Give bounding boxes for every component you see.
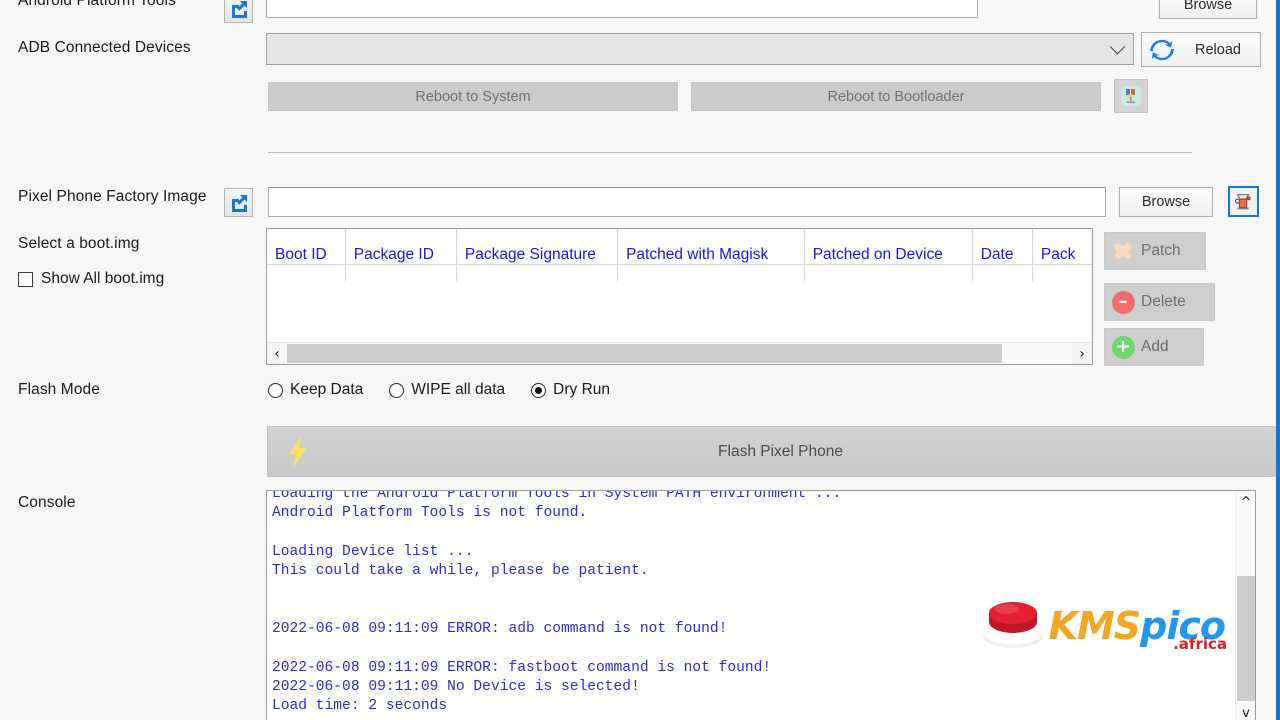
table-column-header[interactable]: Package Signature xyxy=(457,229,619,281)
grinder-icon xyxy=(1234,193,1250,209)
radio-keep-data[interactable]: Keep Data xyxy=(268,381,363,399)
external-link-icon xyxy=(231,194,247,212)
console-text: Loading the Android Platform Tools in Sy… xyxy=(272,490,842,715)
label-android-platform-tools: Android Platform Tools xyxy=(18,0,176,9)
scroll-up-arrow-icon[interactable]: ^ xyxy=(1236,491,1255,513)
patch-label: Patch xyxy=(1141,242,1181,259)
console-output-panel[interactable]: Loading the Android Platform Tools in Sy… xyxy=(266,490,1256,720)
label-adb-connected-devices: ADB Connected Devices xyxy=(18,39,191,56)
browse-factory-image-button[interactable]: Browse xyxy=(1119,187,1213,217)
bandage-icon xyxy=(1105,239,1141,263)
scroll-thumb[interactable] xyxy=(1237,576,1255,701)
show-all-bootimg-label: Show All boot.img xyxy=(41,270,165,287)
delete-button[interactable]: – Delete xyxy=(1104,283,1215,321)
console-vertical-scrollbar[interactable]: ^ v xyxy=(1235,491,1255,720)
label-flash-mode: Flash Mode xyxy=(18,381,100,398)
scroll-track[interactable] xyxy=(287,342,1072,364)
reboot-to-bootloader-button[interactable]: Reboot to Bootloader xyxy=(691,82,1101,111)
table-header-row: Boot ID Package ID Package Signature Pat… xyxy=(267,229,1092,281)
refresh-icon xyxy=(1150,39,1174,60)
chevron-down-icon xyxy=(1109,38,1126,54)
table-column-header[interactable]: Boot ID xyxy=(267,229,346,281)
flash-button-label: Flash Pixel Phone xyxy=(718,442,843,460)
table-column-header[interactable]: Pack xyxy=(1033,229,1092,281)
flash-pixel-phone-button[interactable]: Flash Pixel Phone xyxy=(267,426,1276,477)
scroll-down-arrow-icon[interactable]: v xyxy=(1236,702,1255,720)
label-select-bootimg: Select a boot.img xyxy=(18,235,140,252)
radio-circle xyxy=(268,382,283,398)
scroll-thumb[interactable] xyxy=(287,343,1002,363)
reboot-to-system-button[interactable]: Reboot to System xyxy=(268,82,678,111)
table-column-header[interactable]: Patched on Device xyxy=(805,229,973,281)
section-divider xyxy=(268,152,1192,153)
radio-label: Dry Run xyxy=(553,381,611,398)
flash-tool-window: Android Platform Tools Browse ADB Connec… xyxy=(0,0,1280,720)
minus-circle-icon: – xyxy=(1105,290,1141,314)
label-pixel-factory-image: Pixel Phone Factory Image xyxy=(18,188,207,205)
external-link-icon xyxy=(231,0,247,18)
red-button-icon xyxy=(981,596,1045,655)
patch-button[interactable]: Patch xyxy=(1104,232,1206,270)
bootimg-table[interactable]: Boot ID Package ID Package Signature Pat… xyxy=(266,228,1093,365)
flash-mode-radio-group[interactable]: Keep Data WIPE all data Dry Run xyxy=(268,381,636,399)
browse-platform-tools-button[interactable]: Browse xyxy=(1159,0,1257,19)
checkbox-box xyxy=(18,271,33,287)
table-column-header[interactable]: Date xyxy=(973,229,1033,281)
radio-circle-selected xyxy=(531,382,547,398)
radio-circle xyxy=(389,382,405,398)
table-column-header[interactable]: Patched with Magisk xyxy=(618,229,805,281)
add-button[interactable]: + Add xyxy=(1104,328,1204,366)
delete-label: Delete xyxy=(1141,293,1186,310)
show-all-bootimg-checkbox[interactable]: Show All boot.img xyxy=(18,270,164,288)
label-console: Console xyxy=(18,494,76,511)
scroll-left-arrow-icon[interactable]: ‹ xyxy=(267,343,287,365)
watermark-tld: .africa xyxy=(1173,634,1227,653)
factory-image-path-input[interactable] xyxy=(268,187,1106,217)
scroll-right-arrow-icon[interactable]: › xyxy=(1072,343,1092,365)
scrcpy-button[interactable] xyxy=(1114,79,1148,113)
reload-button[interactable]: Reload xyxy=(1141,32,1261,67)
grinder-button[interactable] xyxy=(1228,186,1259,217)
reload-label: Reload xyxy=(1195,41,1241,58)
radio-label: WIPE all data xyxy=(411,381,506,398)
device-mirror-icon xyxy=(1121,86,1141,106)
factory-image-launch-button[interactable] xyxy=(224,188,253,217)
watermark-kms: KMS xyxy=(1048,603,1142,648)
kmspico-watermark: KMSpico .africa xyxy=(981,596,1227,655)
adb-device-select[interactable] xyxy=(266,33,1134,65)
table-column-header[interactable]: Package ID xyxy=(346,229,457,281)
plus-circle-icon: + xyxy=(1105,335,1141,359)
radio-label: Keep Data xyxy=(290,381,364,398)
platform-tools-launch-button[interactable] xyxy=(224,0,253,23)
platform-tools-path-input[interactable] xyxy=(266,0,978,18)
add-label: Add xyxy=(1141,338,1169,355)
radio-dry-run[interactable]: Dry Run xyxy=(531,381,610,399)
radio-wipe-all-data[interactable]: WIPE all data xyxy=(389,381,505,399)
table-horizontal-scrollbar[interactable]: ‹ › xyxy=(267,342,1092,364)
